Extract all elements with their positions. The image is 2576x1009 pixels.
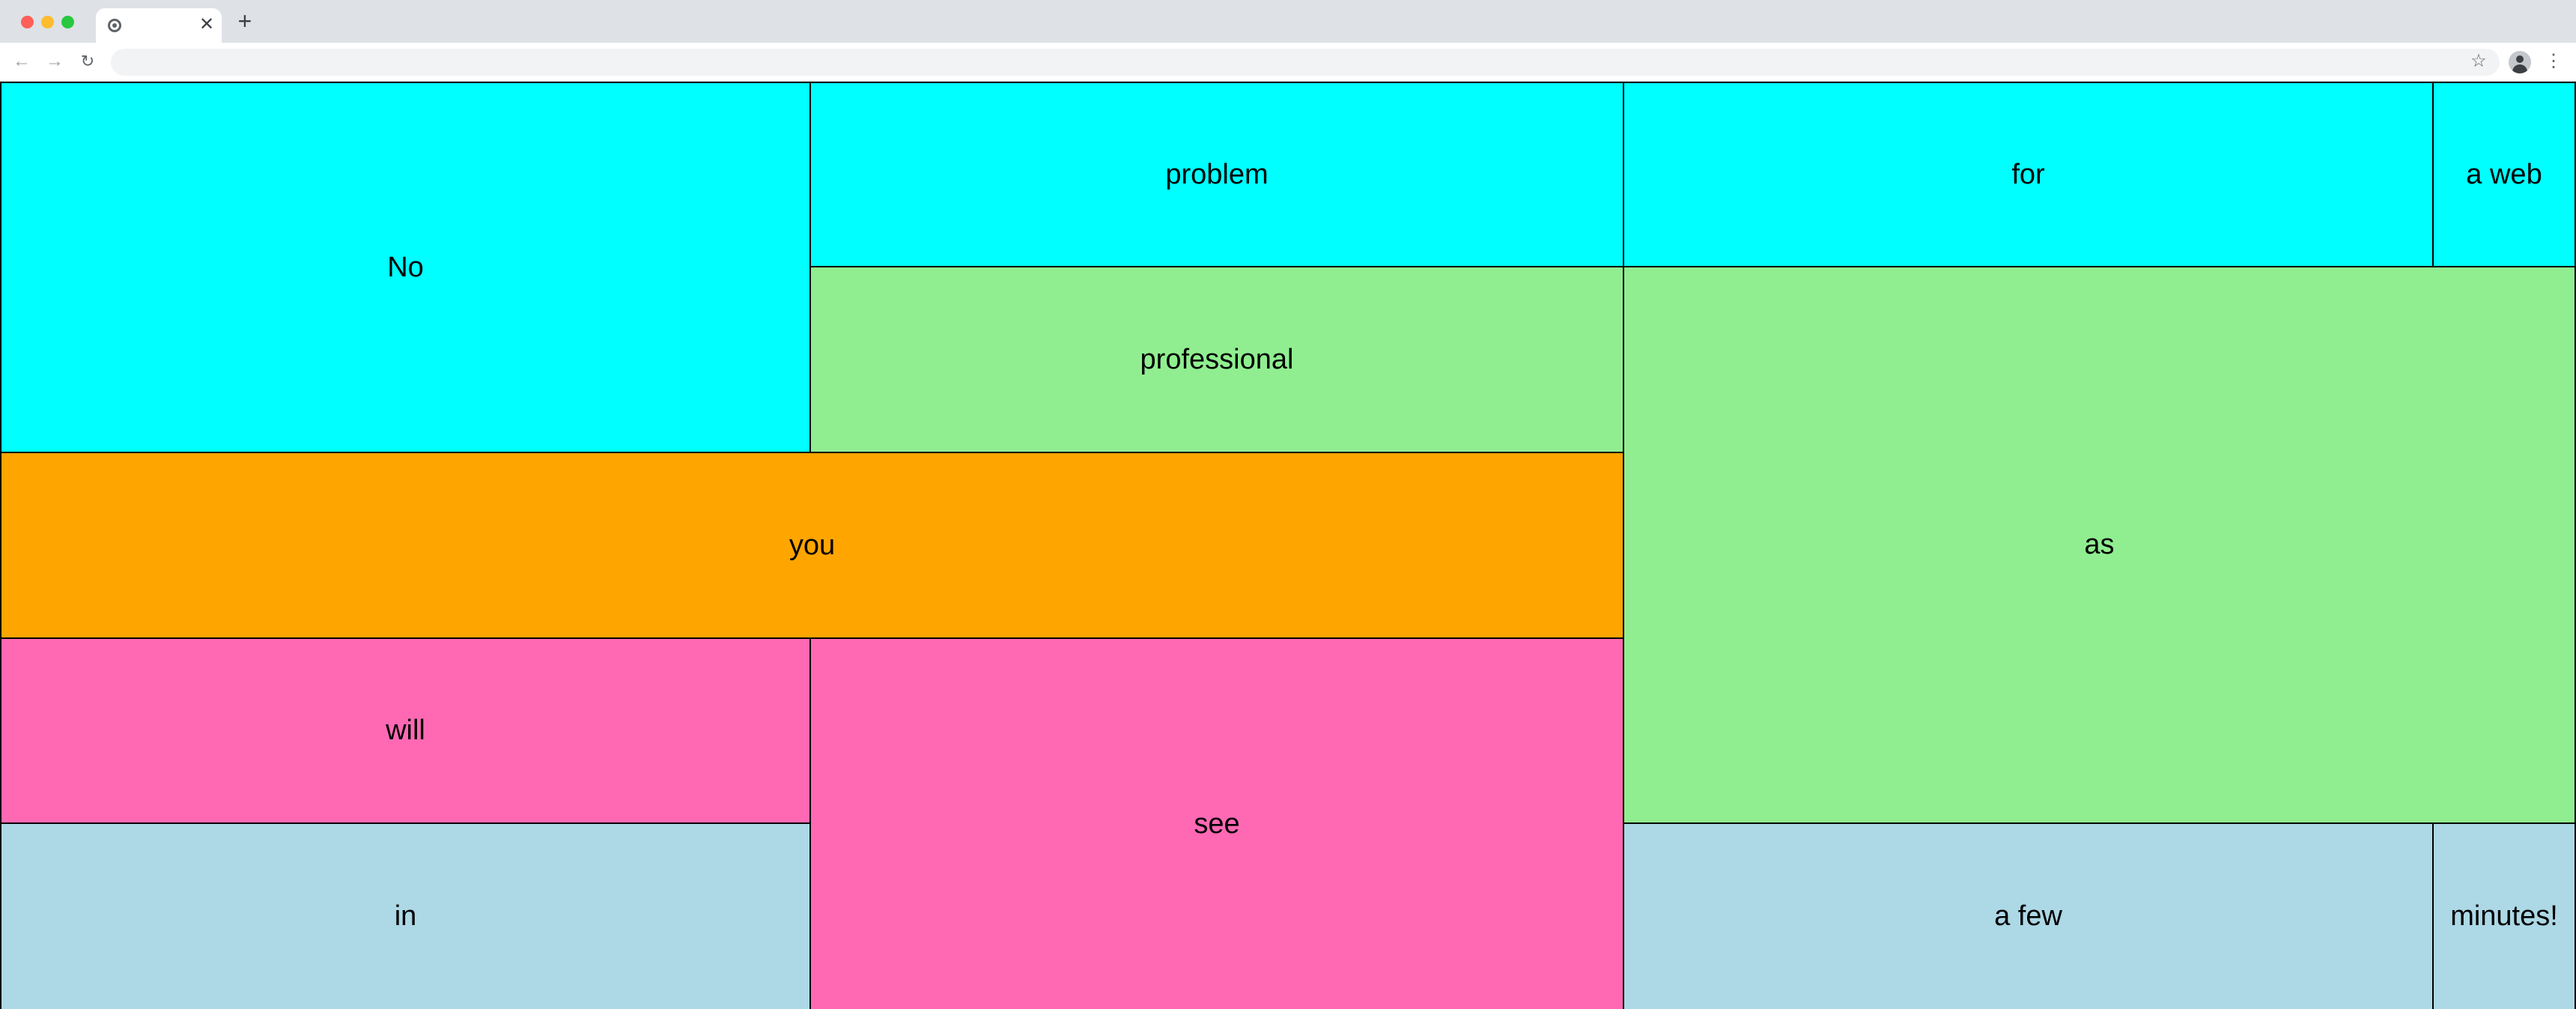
- browser-tab[interactable]: ✕: [96, 8, 222, 43]
- minimize-window-button[interactable]: [41, 16, 54, 28]
- maximize-window-button[interactable]: [61, 16, 74, 28]
- cell-you: you: [0, 452, 1624, 639]
- close-window-button[interactable]: [21, 16, 34, 28]
- cell-professional: professional: [809, 266, 1624, 453]
- browser-chrome: ✕ + ← → ↻ ☆ ⋮: [0, 0, 2576, 82]
- cell-a-few: a few: [1623, 822, 2434, 1009]
- back-arrow-icon[interactable]: ←: [10, 50, 33, 73]
- page-viewport: No problem for a web professional as you…: [0, 82, 2576, 1009]
- cell-see: see: [809, 637, 1624, 1009]
- reload-icon[interactable]: ↻: [76, 50, 99, 73]
- browser-toolbar: ← → ↻ ☆ ⋮: [0, 43, 2576, 82]
- cell-minutes: minutes!: [2432, 822, 2576, 1009]
- tab-close-icon[interactable]: ✕: [196, 14, 217, 35]
- cell-no: No: [0, 82, 811, 453]
- kebab-menu-icon[interactable]: ⋮: [2543, 51, 2564, 72]
- address-bar[interactable]: [111, 49, 2500, 76]
- profile-avatar-icon[interactable]: [2509, 51, 2531, 73]
- forward-arrow-icon[interactable]: →: [43, 50, 66, 73]
- cell-will: will: [0, 637, 811, 824]
- tab-strip: ✕ +: [0, 0, 2576, 43]
- cell-for: for: [1623, 82, 2434, 267]
- chrome-favicon-icon: [108, 19, 121, 32]
- bookmark-star-icon[interactable]: ☆: [2468, 51, 2489, 72]
- cell-in: in: [0, 822, 811, 1009]
- cell-a-web: a web: [2432, 82, 2576, 267]
- cell-problem: problem: [809, 82, 1624, 267]
- new-tab-button[interactable]: +: [234, 9, 256, 33]
- cell-as: as: [1623, 266, 2576, 824]
